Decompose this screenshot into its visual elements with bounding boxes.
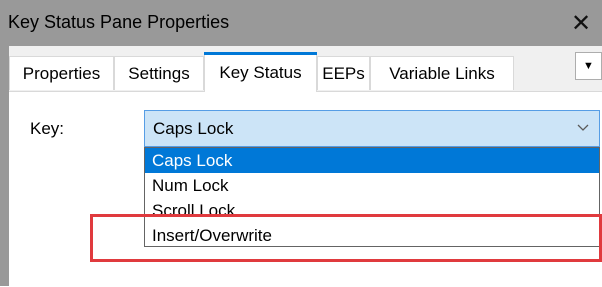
window-title: Key Status Pane Properties (8, 12, 230, 32)
dropdown-option-caps-lock[interactable]: Caps Lock (145, 148, 599, 173)
tab-strip: Properties Settings Key Status EEPs Vari… (9, 52, 602, 92)
title-bar: Key Status Pane Properties ✕ (0, 0, 602, 46)
tab-scroll-down-icon[interactable]: ▼ (575, 52, 602, 80)
tab-settings[interactable]: Settings (114, 56, 204, 90)
dropdown-option-num-lock[interactable]: Num Lock (145, 173, 599, 198)
chevron-down-icon (577, 124, 589, 131)
annotation-highlight-box (90, 214, 602, 262)
key-combobox-value: Caps Lock (153, 119, 234, 138)
tab-variable-links[interactable]: Variable Links (370, 56, 514, 90)
window-left-border (0, 46, 9, 286)
tab-key-status[interactable]: Key Status (204, 52, 317, 92)
close-icon[interactable]: ✕ (560, 0, 602, 46)
key-combobox[interactable]: Caps Lock (144, 110, 600, 147)
tab-eeps[interactable]: EEPs (317, 56, 370, 90)
tab-properties[interactable]: Properties (9, 56, 114, 90)
key-label: Key: (30, 119, 65, 138)
